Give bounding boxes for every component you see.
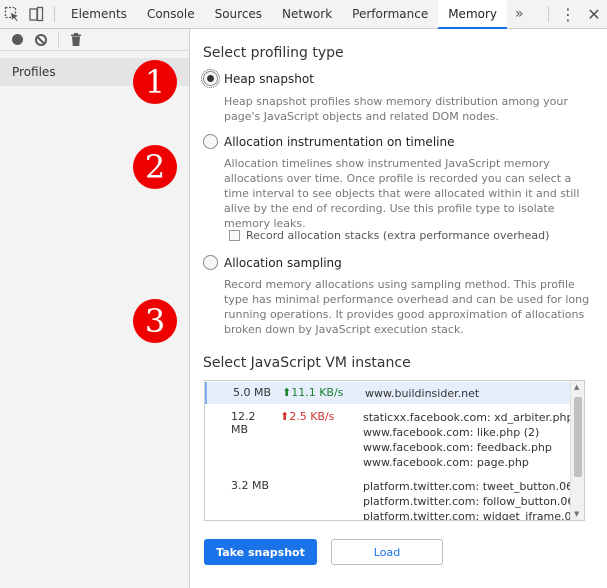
close-devtools-icon[interactable]: ✕ <box>581 0 607 28</box>
option-description: Heap snapshot profiles show memory distr… <box>224 95 568 123</box>
tab-elements[interactable]: Elements <box>61 0 137 28</box>
vm-instance-row[interactable]: 3.2 MB platform.twitter.com: tweet_butto… <box>205 475 584 520</box>
record-stacks-option[interactable]: Record allocation stacks (extra performa… <box>229 229 549 242</box>
option-description: Allocation timelines show instrumented J… <box>224 157 580 230</box>
annotation-badge-2: 2 <box>133 145 177 189</box>
memory-panel: Select profiling type Heap snapshot Heap… <box>191 29 607 588</box>
collect-garbage-button[interactable] <box>67 31 85 49</box>
load-button[interactable]: Load <box>331 539 443 565</box>
more-tabs-icon[interactable]: » <box>507 0 532 28</box>
sidebar-toolbar <box>0 29 189 51</box>
scroll-up-icon[interactable]: ▲ <box>574 383 579 391</box>
record-button[interactable] <box>8 31 26 49</box>
vm-list-scrollbar[interactable]: ▲ ▼ <box>570 381 584 520</box>
option-heap-snapshot[interactable]: Heap snapshot <box>201 69 314 88</box>
annotation-badge-1: 1 <box>133 60 177 104</box>
record-icon <box>11 34 23 45</box>
radio-label: Allocation sampling <box>224 255 342 270</box>
vm-url: www.facebook.com: page.php <box>363 456 529 469</box>
inspect-element-icon[interactable] <box>0 0 24 28</box>
tab-memory[interactable]: Memory <box>438 0 508 29</box>
vm-instance-row[interactable]: 5.0 MB ⬆11.1 KB/s www.buildinsider.net <box>205 382 571 404</box>
vm-url: www.facebook.com: like.php (2) <box>363 426 540 439</box>
tab-performance[interactable]: Performance <box>342 0 438 28</box>
take-snapshot-button[interactable]: Take snapshot <box>204 539 317 565</box>
scroll-down-icon[interactable]: ▼ <box>574 510 579 518</box>
vm-instance-heading: Select JavaScript VM instance <box>203 355 411 371</box>
profiling-type-heading: Select profiling type <box>203 45 344 61</box>
record-stacks-checkbox[interactable] <box>229 230 240 241</box>
vm-url: www.facebook.com: feedback.php <box>363 441 552 454</box>
toolbar-divider <box>548 6 549 22</box>
option-allocation-timeline[interactable]: Allocation instrumentation on timeline <box>203 134 454 149</box>
device-toolbar-icon[interactable] <box>24 0 48 28</box>
radio-label: Heap snapshot <box>224 71 314 86</box>
option-description: Record memory allocations using sampling… <box>224 278 590 336</box>
radio-label: Allocation instrumentation on timeline <box>224 134 455 149</box>
clear-icon <box>35 33 47 46</box>
vm-alloc-rate: ⬆2.5 KB/s <box>280 410 335 423</box>
annotation-badge-3: 3 <box>133 299 177 343</box>
vm-url: platform.twitter.com: tweet_button.0639d <box>363 480 585 493</box>
vm-heap-size: 5.0 MB <box>233 386 272 399</box>
vm-heap-size: 12.2 MB <box>231 410 256 436</box>
tab-network[interactable]: Network <box>272 0 342 28</box>
customize-menu-icon[interactable]: ⋮ <box>555 0 581 28</box>
trash-icon <box>71 33 81 46</box>
toolbar-divider <box>58 32 59 47</box>
radio-heap-snapshot[interactable] <box>201 69 220 88</box>
clear-all-profiles-button[interactable] <box>32 31 50 49</box>
radio-allocation-timeline[interactable] <box>203 134 218 149</box>
tab-console[interactable]: Console <box>137 0 205 28</box>
vm-url: www.buildinsider.net <box>365 387 480 400</box>
vm-url: platform.twitter.com: widget_iframe.0639… <box>363 510 585 521</box>
toolbar-divider <box>54 6 55 22</box>
scrollbar-thumb[interactable] <box>574 397 582 477</box>
radio-allocation-sampling[interactable] <box>203 255 218 270</box>
vm-instance-list[interactable]: 5.0 MB ⬆11.1 KB/s www.buildinsider.net 1… <box>204 380 585 521</box>
devtools-tab-bar: Elements Console Sources Network Perform… <box>0 0 607 29</box>
vm-heap-size: 3.2 MB <box>231 479 270 492</box>
vm-url: staticxx.facebook.com: xd_arbiter.php <box>363 411 574 424</box>
vm-instance-row[interactable]: 12.2 MB ⬆2.5 KB/s staticxx.facebook.com:… <box>205 406 574 472</box>
option-allocation-sampling[interactable]: Allocation sampling <box>203 255 342 270</box>
tab-sources[interactable]: Sources <box>205 0 272 28</box>
checkbox-label: Record allocation stacks (extra performa… <box>246 229 550 242</box>
vm-alloc-rate: ⬆11.1 KB/s <box>282 386 344 399</box>
vm-url: platform.twitter.com: follow_button.0639… <box>363 495 585 508</box>
